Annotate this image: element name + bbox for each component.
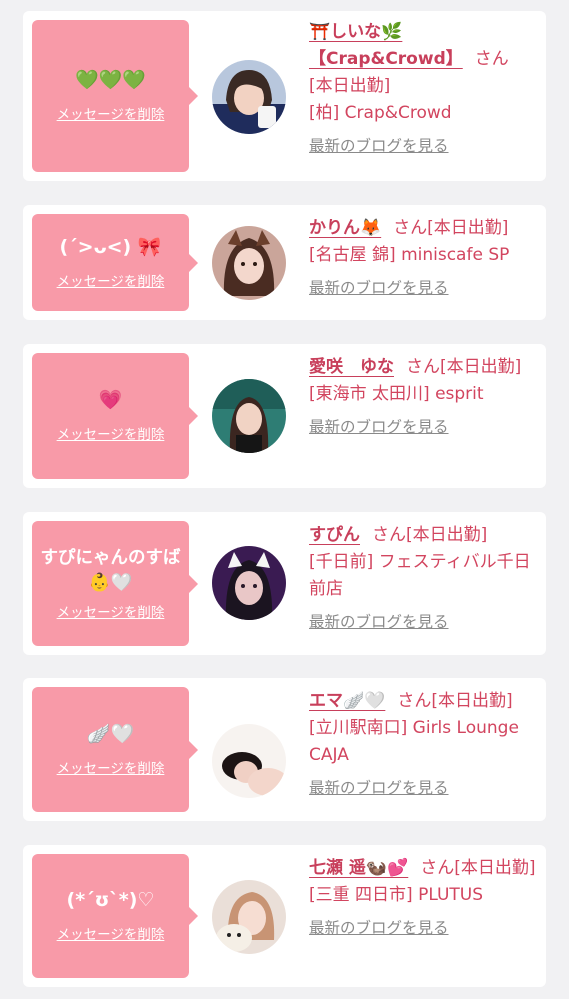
delete-message-link[interactable]: メッセージを削除	[32, 926, 189, 944]
message-list: 💚💚💚 メッセージを削除 ⛩️しいな🌿【Crap&Crowd】 さん [本日出勤]…	[0, 0, 569, 999]
message-text: 🪽🤍	[86, 722, 135, 745]
message-bubble: 💗 メッセージを削除	[32, 353, 198, 479]
work-status: [本日出勤]	[427, 218, 509, 238]
avatar[interactable]	[212, 724, 286, 798]
message-card: (*´ʊ`*)♡ メッセージを削除 七瀬 遥🦦💕 さん[本日出勤] [三重 四日市…	[23, 845, 546, 987]
delete-message-link[interactable]: メッセージを削除	[32, 426, 189, 444]
store-name: [立川駅南口] Girls Lounge CAJA	[309, 718, 519, 765]
avatar[interactable]	[212, 546, 286, 620]
message-bubble: 🪽🤍 メッセージを削除	[32, 687, 198, 812]
cast-name-link[interactable]: すぴん	[309, 525, 360, 545]
cast-info: ⛩️しいな🌿【Crap&Crowd】 さん [本日出勤] [柏] Crap&Cro…	[309, 19, 541, 157]
latest-blog-link[interactable]: 最新のブログを見る	[309, 777, 541, 799]
delete-message-link[interactable]: メッセージを削除	[32, 106, 189, 124]
cast-name-link[interactable]: エマ🪽🤍	[309, 691, 385, 711]
store-name: [千日前] フェスティバル千日前店	[309, 552, 531, 599]
delete-message-link[interactable]: メッセージを削除	[32, 604, 189, 622]
avatar[interactable]	[212, 379, 286, 453]
work-status: [本日出勤]	[431, 691, 513, 711]
store-name: [柏] Crap&Crowd	[309, 103, 452, 123]
cast-info: 愛咲 ゆな さん[本日出勤] [東海市 太田川] esprit 最新のブログを見る	[309, 354, 541, 438]
cast-info: 七瀬 遥🦦💕 さん[本日出勤] [三重 四日市] PLUTUS 最新のブログを見る	[309, 855, 541, 939]
message-bubble: 💚💚💚 メッセージを削除	[32, 20, 198, 172]
latest-blog-link[interactable]: 最新のブログを見る	[309, 135, 541, 157]
store-name: [三重 四日市] PLUTUS	[309, 885, 484, 905]
message-text: (*´ʊ`*)♡	[66, 889, 155, 911]
message-text: (ˊ>ᴗ<) 🎀	[59, 235, 162, 258]
work-status: [本日出勤]	[309, 76, 391, 96]
latest-blog-link[interactable]: 最新のブログを見る	[309, 917, 541, 939]
work-status: [本日出勤]	[440, 357, 522, 377]
cast-info: エマ🪽🤍 さん[本日出勤] [立川駅南口] Girls Lounge CAJA 最…	[309, 688, 541, 799]
store-name: [東海市 太田川] esprit	[309, 384, 484, 404]
latest-blog-link[interactable]: 最新のブログを見る	[309, 611, 541, 633]
cast-name-link[interactable]: かりん🦊	[309, 218, 381, 238]
message-bubble: すぴにゃんのすば👶🤍 メッセージを削除	[32, 521, 198, 646]
cast-info: すぴん さん[本日出勤] [千日前] フェスティバル千日前店 最新のブログを見る	[309, 522, 541, 633]
store-name: [名古屋 錦] miniscafe SP	[309, 245, 510, 265]
latest-blog-link[interactable]: 最新のブログを見る	[309, 277, 541, 299]
avatar[interactable]	[212, 226, 286, 300]
delete-message-link[interactable]: メッセージを削除	[32, 760, 189, 778]
honorific: さん	[393, 218, 428, 238]
honorific: さん	[406, 357, 440, 377]
message-bubble: (ˊ>ᴗ<) 🎀 メッセージを削除	[32, 214, 198, 311]
latest-blog-link[interactable]: 最新のブログを見る	[309, 416, 541, 438]
cast-name-link[interactable]: ⛩️しいな🌿【Crap&Crowd】	[309, 22, 463, 69]
message-card: 🪽🤍 メッセージを削除 エマ🪽🤍 さん[本日出勤] [立川駅南口] Girls L…	[23, 678, 546, 821]
honorific: さん	[397, 691, 432, 711]
cast-name-link[interactable]: 七瀬 遥🦦💕	[309, 858, 408, 878]
honorific: さん	[372, 525, 406, 545]
cast-info: かりん🦊 さん[本日出勤] [名古屋 錦] miniscafe SP 最新のブログ…	[309, 215, 541, 299]
message-text: 💚💚💚	[75, 69, 146, 91]
message-card: (ˊ>ᴗ<) 🎀 メッセージを削除 かりん🦊 さん[本日出勤] [名古屋 錦] m…	[23, 205, 546, 320]
work-status: [本日出勤]	[406, 525, 488, 545]
avatar[interactable]	[212, 880, 286, 954]
delete-message-link[interactable]: メッセージを削除	[32, 273, 189, 291]
message-card: 💚💚💚 メッセージを削除 ⛩️しいな🌿【Crap&Crowd】 さん [本日出勤]…	[23, 11, 546, 181]
work-status: [本日出勤]	[454, 858, 536, 878]
honorific: さん	[420, 858, 455, 878]
cast-name-link[interactable]: 愛咲 ゆな	[309, 357, 394, 377]
avatar[interactable]	[212, 60, 286, 134]
message-text: 💗	[98, 389, 123, 411]
message-card: すぴにゃんのすば👶🤍 メッセージを削除 すぴん さん[本日出勤] [千日前] フェ…	[23, 512, 546, 655]
message-text: すぴにゃんのすば👶🤍	[40, 547, 181, 593]
message-bubble: (*´ʊ`*)♡ メッセージを削除	[32, 854, 198, 978]
honorific: さん	[474, 49, 509, 69]
message-card: 💗 メッセージを削除 愛咲 ゆな さん[本日出勤] [東海市 太田川] espri…	[23, 344, 546, 488]
